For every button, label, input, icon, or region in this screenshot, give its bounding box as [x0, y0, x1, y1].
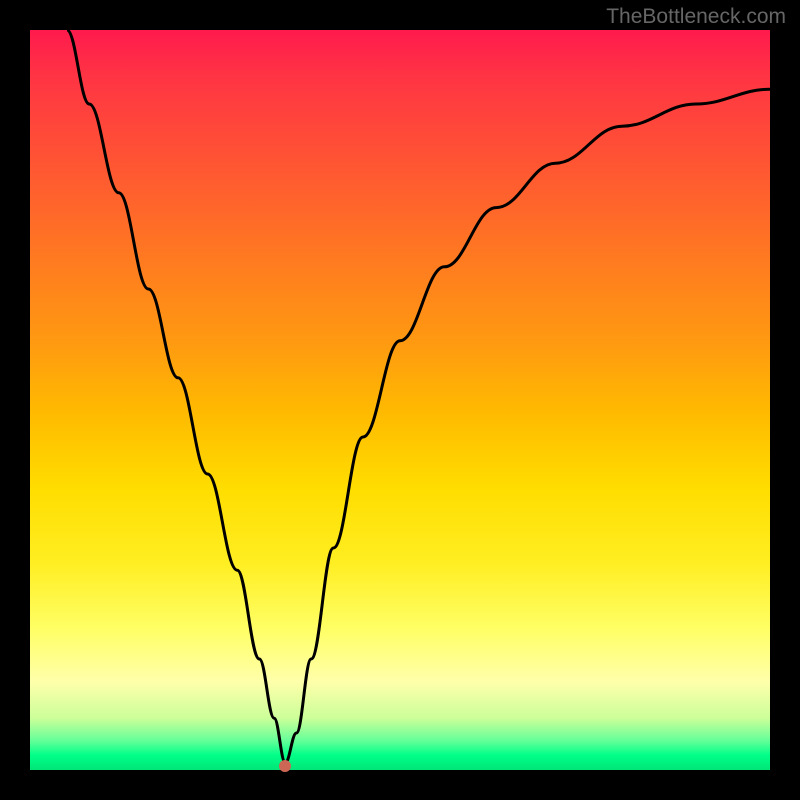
bottleneck-curve [30, 30, 770, 770]
minimum-point-marker [279, 760, 291, 772]
watermark-text: TheBottleneck.com [606, 5, 786, 29]
chart-plot-area [30, 30, 770, 770]
